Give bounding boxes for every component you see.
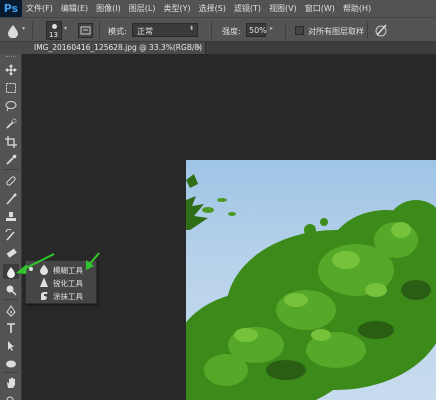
- sample-all-layers-checkbox[interactable]: [295, 26, 304, 35]
- tree-foliage-image: [186, 174, 436, 400]
- flyout-label-sharpen: 锐化工具: [53, 279, 83, 288]
- brush-size-value: 13: [49, 31, 58, 39]
- document-tab[interactable]: IMG_20160416_125628.jpg @ 33.3%(RGB/8) ×: [0, 42, 206, 54]
- flyout-item-smudge[interactable]: 涂抹工具: [26, 289, 96, 302]
- menu-file[interactable]: 文件(F): [22, 3, 57, 14]
- brush-tool-icon[interactable]: [3, 191, 19, 206]
- menu-view[interactable]: 视图(V): [265, 3, 301, 14]
- crop-tool-icon[interactable]: [3, 134, 19, 149]
- menu-help[interactable]: 帮助(H): [339, 3, 375, 14]
- options-bar: ▾ 13 ▾ 模式: 正常 ⬍ 强度: 50% ▸ 对所有图层取样: [0, 17, 436, 42]
- close-icon[interactable]: ×: [196, 43, 202, 52]
- mode-select[interactable]: 正常 ⬍: [132, 23, 198, 37]
- clone-stamp-tool-icon[interactable]: [3, 209, 19, 224]
- chevron-down-icon[interactable]: ▾: [64, 25, 67, 32]
- menu-bar: Ps 文件(F) 编辑(E) 图像(I) 图层(L) 类型(Y) 选择(S) 滤…: [0, 0, 436, 17]
- tools-panel: [0, 54, 22, 400]
- type-tool-icon[interactable]: [3, 320, 19, 335]
- blur-tool-icon[interactable]: [3, 264, 19, 279]
- brush-size-picker[interactable]: 13: [46, 21, 62, 40]
- blur-tools-flyout: 模糊工具 锐化工具 涂抹工具: [25, 260, 97, 304]
- menu-type[interactable]: 类型(Y): [159, 3, 194, 14]
- sample-all-layers-label: 对所有图层取样: [308, 27, 364, 36]
- dodge-tool-icon[interactable]: [3, 282, 19, 297]
- document-tab-title: IMG_20160416_125628.jpg @ 33.3%(RGB/8): [34, 43, 203, 52]
- strength-label: 强度:: [222, 27, 241, 36]
- flyout-label-smudge: 涂抹工具: [53, 292, 83, 301]
- smudge-finger-icon: [41, 292, 48, 300]
- pressure-pen-icon[interactable]: [374, 23, 388, 38]
- lasso-tool-icon[interactable]: [3, 98, 19, 113]
- chevron-updown-icon: ⬍: [188, 25, 194, 32]
- quick-selection-tool-icon[interactable]: [3, 116, 19, 131]
- strength-value: 50%: [249, 26, 267, 35]
- eraser-tool-icon[interactable]: [3, 245, 19, 260]
- panel-grip[interactable]: [6, 56, 16, 59]
- menu-select[interactable]: 选择(S): [195, 3, 230, 14]
- hand-tool-icon[interactable]: [3, 375, 19, 390]
- blur-drop-icon: [40, 264, 48, 275]
- chevron-right-icon[interactable]: ▸: [270, 25, 273, 32]
- document-tab-bar: IMG_20160416_125628.jpg @ 33.3%(RGB/8) ×: [0, 42, 436, 54]
- eyedropper-tool-icon[interactable]: [3, 152, 19, 167]
- pen-tool-icon[interactable]: [3, 303, 19, 318]
- strength-input[interactable]: 50%: [246, 23, 267, 37]
- canvas-area[interactable]: [22, 54, 436, 400]
- ellipse-tool-icon[interactable]: [3, 356, 19, 371]
- marquee-tool-icon[interactable]: [3, 80, 19, 95]
- zoom-tool-icon[interactable]: [3, 392, 19, 400]
- menu-layer[interactable]: 图层(L): [125, 3, 160, 14]
- menu-image[interactable]: 图像(I): [92, 3, 125, 14]
- selected-bullet-icon: [29, 267, 33, 271]
- brush-panel-toggle[interactable]: [78, 23, 93, 38]
- brush-dot-icon: [52, 24, 57, 29]
- menu-edit[interactable]: 编辑(E): [57, 3, 92, 14]
- path-selection-tool-icon[interactable]: [3, 338, 19, 353]
- tree-photo[interactable]: [186, 160, 436, 400]
- brush-panel-icon: [80, 26, 91, 35]
- flyout-label-blur: 模糊工具: [53, 266, 83, 275]
- photoshop-logo: Ps: [0, 0, 22, 17]
- menu-window[interactable]: 窗口(W): [301, 3, 339, 14]
- flyout-item-sharpen[interactable]: 锐化工具: [26, 276, 96, 289]
- sharpen-triangle-icon: [40, 277, 48, 287]
- mode-label: 模式:: [108, 27, 127, 36]
- history-brush-tool-icon[interactable]: [3, 227, 19, 242]
- flyout-item-blur[interactable]: 模糊工具: [26, 263, 96, 276]
- healing-brush-tool-icon[interactable]: [3, 173, 19, 188]
- mode-value: 正常: [137, 27, 153, 36]
- move-tool-icon[interactable]: [3, 62, 19, 77]
- menu-filter[interactable]: 滤镜(T): [230, 3, 265, 14]
- blur-tool-preset-icon[interactable]: [5, 23, 21, 38]
- chevron-down-icon[interactable]: ▾: [22, 25, 25, 32]
